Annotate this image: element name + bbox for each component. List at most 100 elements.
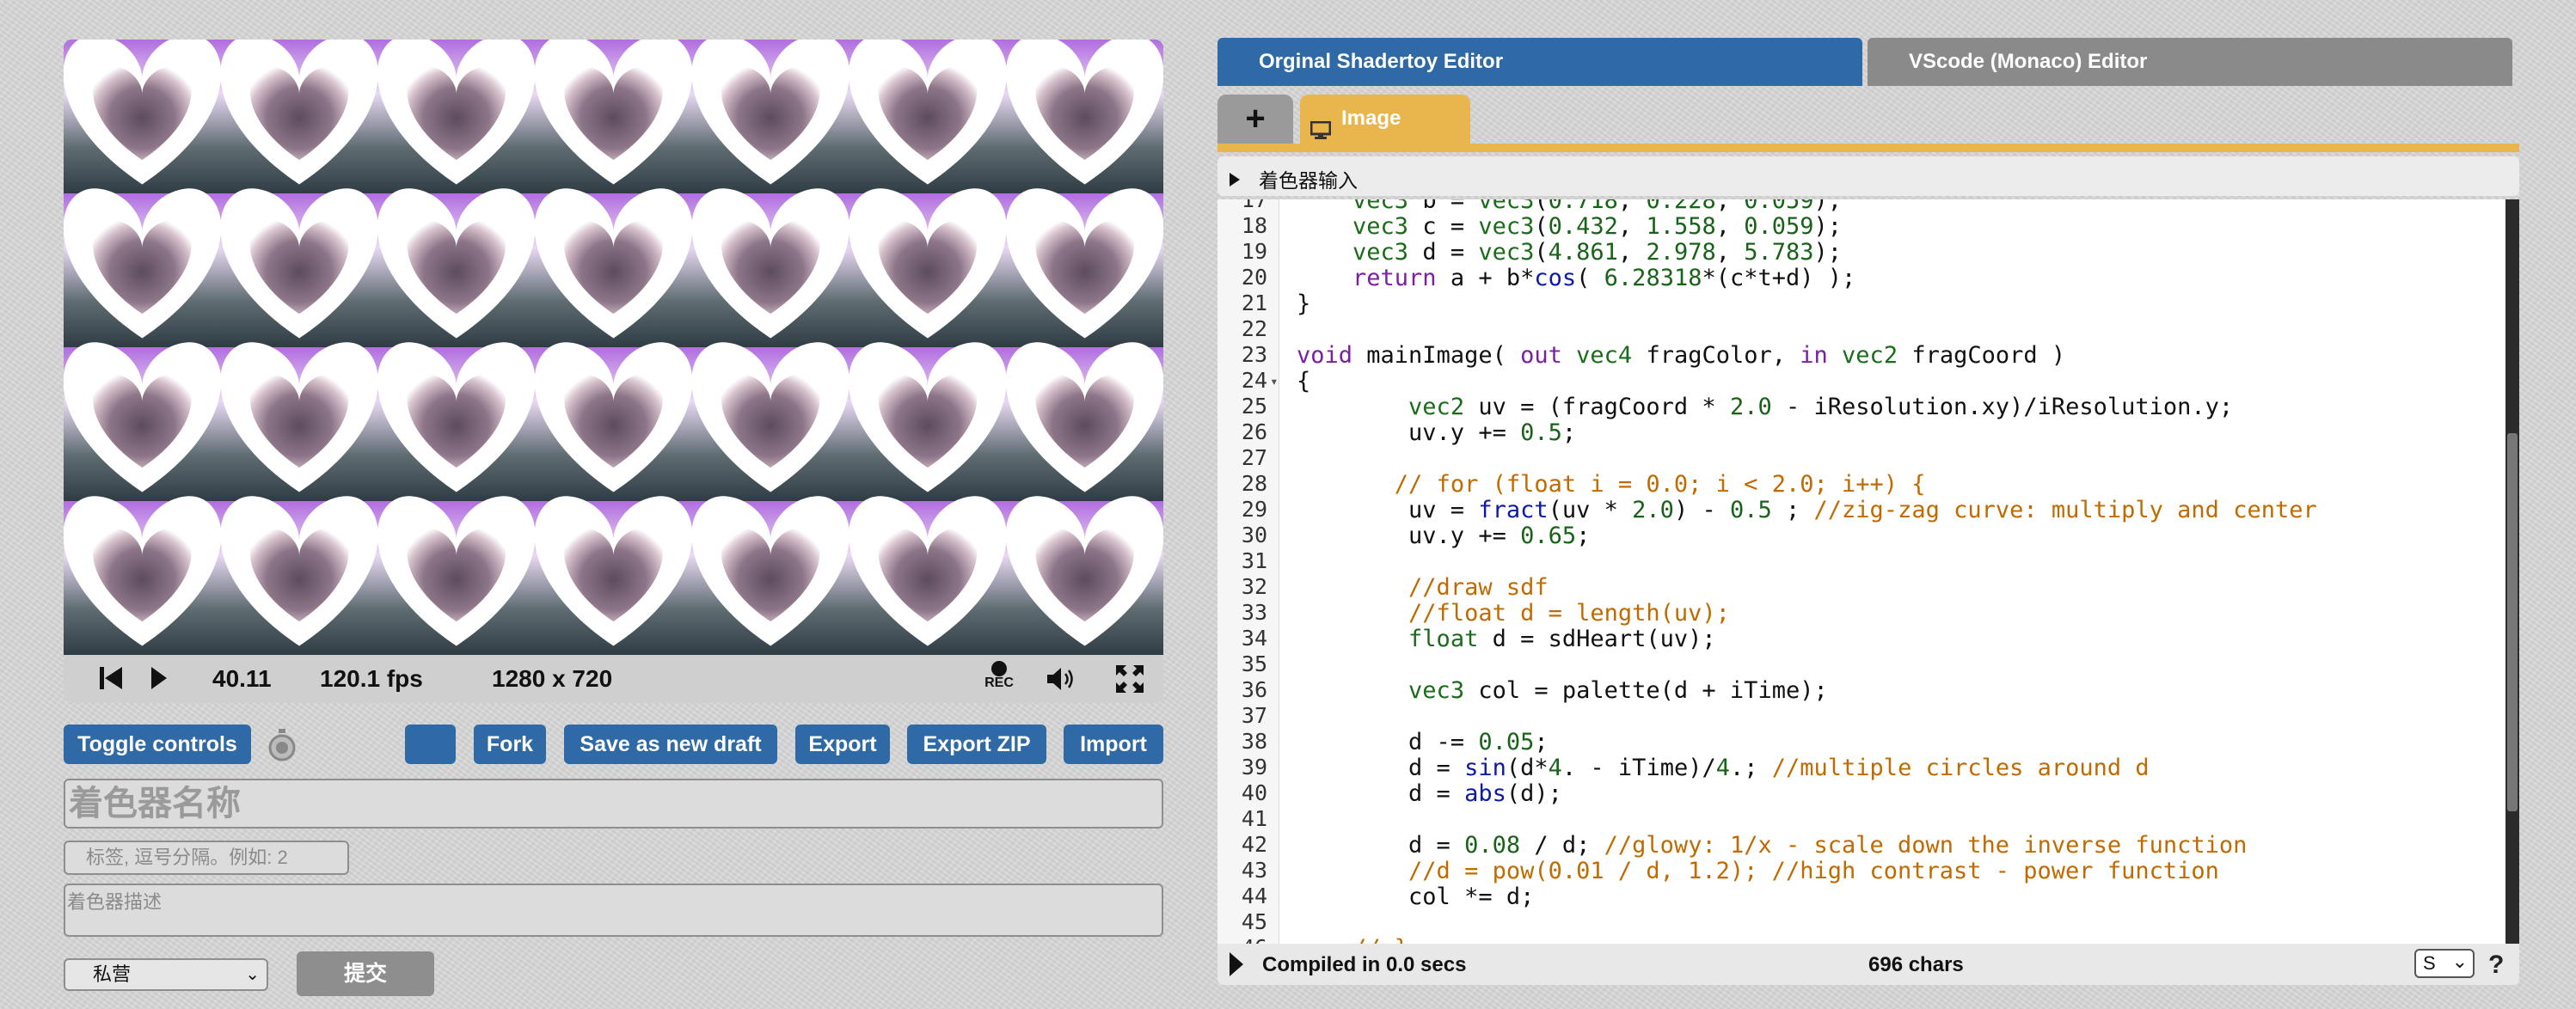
line-number: 30 <box>1241 523 1267 547</box>
code-line: d = abs(d); <box>1297 780 1562 807</box>
line-number: 19 <box>1241 239 1267 264</box>
line-number: 38 <box>1241 729 1267 754</box>
code-line: d = 0.08 / d; //glowy: 1/x - scale down … <box>1297 832 2248 859</box>
line-number: 21 <box>1241 290 1267 315</box>
compile-status: Compiled in 0.0 secs <box>1262 953 1467 976</box>
code-line: //float d = length(uv); <box>1408 600 1730 627</box>
privacy-value: 私营 <box>93 963 132 985</box>
code-line: return a + b*cos( 6.28318*(c*t+d) ); <box>1352 265 1856 291</box>
fps-readout: 120.1 fps <box>320 665 423 692</box>
code-scrollbar[interactable] <box>2505 199 2519 944</box>
line-number: 25 <box>1241 394 1267 419</box>
code-line: // } <box>1297 935 1408 944</box>
heart-pattern-render <box>64 40 1163 655</box>
record-label: REC <box>984 676 1014 690</box>
code-line: d = sin(d*4. - iTime)/4.; //multiple cir… <box>1297 755 2150 781</box>
add-buffer-button[interactable]: + <box>1217 95 1293 144</box>
font-size-value: S <box>2423 952 2436 974</box>
shader-name-placeholder: 着色器名称 <box>69 785 241 822</box>
line-number: 31 <box>1241 548 1267 573</box>
compile-triangle-icon[interactable] <box>1230 952 1243 982</box>
shader-inputs-toggle[interactable]: 着色器输入 <box>1217 156 2519 196</box>
code-line: float d = sdHeart(uv); <box>1408 626 1716 652</box>
description-input[interactable]: 着色器描述 <box>64 884 1163 937</box>
code-line: //draw sdf <box>1408 574 1549 601</box>
tab-shadertoy-editor[interactable]: Orginal Shadertoy Editor <box>1217 38 1862 86</box>
tab-monaco-editor[interactable]: VScode (Monaco) Editor <box>1868 38 2512 86</box>
line-number: 42 <box>1241 832 1267 857</box>
line-number: 17 <box>1241 199 1267 212</box>
fork-button[interactable]: Fork <box>474 725 546 764</box>
editor-status-bar: Compiled in 0.0 secs 696 chars S ⌄ ? <box>1217 944 2519 985</box>
line-number: 26 <box>1241 419 1267 444</box>
tab-image-buffer[interactable]: Image <box>1300 95 1470 144</box>
fold-arrow-icon[interactable]: ▾ <box>1270 373 1279 389</box>
play-icon[interactable] <box>150 665 169 697</box>
code-editor[interactable]: 17 18 19 20 21 22 23 24 ▾ 25 26 27 28 29 30 31 32 33 34 35 3… <box>1217 199 2519 944</box>
code-line: void mainImage( out vec4 fragColor, in v… <box>1297 342 2066 369</box>
tab-underline <box>1217 144 2519 152</box>
line-number: 36 <box>1241 677 1267 702</box>
code-line: col *= d; <box>1297 884 1535 910</box>
line-number: 24 <box>1241 368 1267 393</box>
tags-placeholder: 标签, 逗号分隔。例如: 2 <box>86 847 288 868</box>
code-line: uv.y += 0.65; <box>1297 523 1591 549</box>
line-number: 41 <box>1241 806 1267 831</box>
code-line: } <box>1297 290 1311 317</box>
volume-icon[interactable] <box>1046 665 1076 699</box>
line-number: 22 <box>1241 316 1267 341</box>
line-number: 33 <box>1241 600 1267 625</box>
export-button[interactable]: Export <box>795 725 890 764</box>
code-line: vec3 b = vec3(0.718, 0.228, 0.059); <box>1352 199 1843 214</box>
help-icon[interactable]: ? <box>2488 951 2504 980</box>
code-line: d -= 0.05; <box>1297 729 1549 755</box>
line-number: 28 <box>1241 471 1267 496</box>
line-number: 34 <box>1241 626 1267 651</box>
import-button[interactable]: Import <box>1064 725 1163 764</box>
export-zip-button[interactable]: Export ZIP <box>907 725 1046 764</box>
line-number: 39 <box>1241 755 1267 780</box>
line-number: 35 <box>1241 651 1267 676</box>
line-number: 40 <box>1241 780 1267 805</box>
line-gutter: 17 18 19 20 21 22 23 24 ▾ 25 26 27 28 29 30 31 32 33 34 35 3… <box>1217 199 1279 944</box>
toggle-controls-button[interactable]: Toggle controls <box>64 725 251 764</box>
line-number: 46 <box>1217 935 1267 944</box>
line-number: 29 <box>1241 497 1267 522</box>
line-number: 43 <box>1241 858 1267 883</box>
shader-preview-canvas[interactable] <box>64 40 1163 655</box>
code-line: //d = pow(0.01 / d, 1.2); //high contras… <box>1408 858 2219 884</box>
code-line: vec3 c = vec3(0.432, 1.558, 0.059); <box>1352 213 1843 240</box>
font-size-select[interactable]: S ⌄ <box>2414 949 2475 978</box>
line-number: 37 <box>1241 703 1267 728</box>
stopwatch-icon[interactable] <box>267 729 297 766</box>
plus-icon: + <box>1245 100 1266 138</box>
fullscreen-icon[interactable] <box>1116 665 1144 699</box>
time-readout: 40.11 <box>212 665 272 692</box>
image-tab-label: Image <box>1341 107 1401 130</box>
code-line: vec3 d = vec3(4.861, 2.978, 5.783); <box>1352 239 1843 266</box>
line-number: 44 <box>1241 884 1267 908</box>
record-button[interactable]: REC <box>982 660 1016 691</box>
code-line: uv = fract(uv * 2.0) - 0.5 ; //zig-zag c… <box>1297 497 2317 523</box>
shader-inputs-label: 着色器输入 <box>1259 169 1358 192</box>
line-number: 27 <box>1241 445 1267 470</box>
save-draft-button[interactable]: Save as new draft <box>564 725 777 764</box>
shader-name-input[interactable]: 着色器名称 <box>64 779 1163 829</box>
code-line: { <box>1297 368 1311 394</box>
code-line: uv.y += 0.5; <box>1297 419 1577 446</box>
scrollbar-thumb[interactable] <box>2507 433 2518 811</box>
code-line: // for (float i = 0.0; i < 2.0; i++) { <box>1394 471 1926 498</box>
line-number: 32 <box>1241 574 1267 599</box>
chevron-down-icon: ⌄ <box>245 965 260 984</box>
blank-button[interactable] <box>405 725 456 764</box>
line-number: 45 <box>1241 909 1267 934</box>
submit-button[interactable]: 提交 <box>297 951 434 996</box>
line-number: 18 <box>1241 213 1267 238</box>
code-line: vec2 uv = (fragCoord * 2.0 - iResolution… <box>1408 394 2234 420</box>
player-controls-bar: 40.11 120.1 fps 1280 x 720 REC <box>64 655 1163 703</box>
chevron-down-icon: ⌄ <box>2451 951 2468 972</box>
tags-input[interactable]: 标签, 逗号分隔。例如: 2 <box>64 841 349 875</box>
privacy-select[interactable]: 私营 ⌄ <box>64 958 268 991</box>
line-number: 20 <box>1241 265 1267 290</box>
rewind-icon[interactable] <box>100 665 122 697</box>
